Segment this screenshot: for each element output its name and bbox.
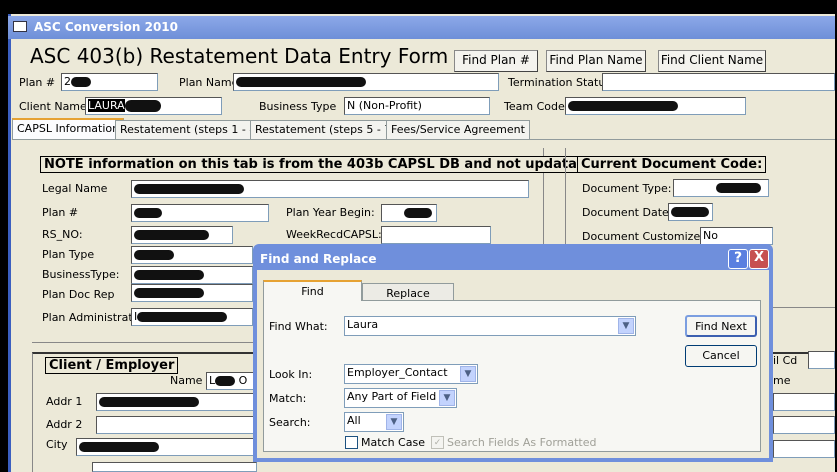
client-name-label: Client Name <box>19 100 87 113</box>
right-field-1[interactable] <box>773 393 835 411</box>
find-what-input[interactable]: Laura ▼ <box>344 316 636 336</box>
doc-date-field[interactable] <box>668 203 713 221</box>
capsl-plan-num-field[interactable] <box>131 204 269 222</box>
search-label: Search: <box>269 416 311 429</box>
match-select[interactable]: Any Part of Field ▼ <box>344 388 457 408</box>
dialog-title: Find and Replace <box>260 252 377 266</box>
addr1-label: Addr 1 <box>46 395 83 408</box>
team-code-label: Team Code <box>504 100 565 113</box>
form-icon <box>13 21 27 32</box>
chevron-down-icon[interactable]: ▼ <box>618 318 634 334</box>
tab-divider <box>12 139 835 140</box>
week-recd-capsl-label: WeekRecdCAPSL: <box>286 228 382 241</box>
right-field-2[interactable] <box>773 416 835 434</box>
client-header: Client / Employer <box>45 357 179 374</box>
chevron-down-icon[interactable]: ▼ <box>386 414 402 430</box>
search-formatted-label: Search Fields As Formatted <box>447 436 597 449</box>
title-bar: ASC Conversion 2010 <box>8 16 835 39</box>
legal-name-label: Legal Name <box>42 182 108 195</box>
find-what-label: Find What: <box>269 320 328 333</box>
doc-date-label: Document Date: <box>582 206 673 219</box>
doc-type-label: Document Type: <box>582 182 672 195</box>
mail-cd-field[interactable] <box>808 351 835 369</box>
plan-name-label: Plan Name <box>179 76 239 89</box>
doc-customized-field[interactable]: No <box>700 227 773 245</box>
find-client-name-button[interactable]: Find Client Name <box>658 50 766 72</box>
partial-label: me <box>773 374 791 387</box>
find-next-button[interactable]: Find Next <box>685 315 757 337</box>
tab-fees-service-agreement[interactable]: Fees/Service Agreement <box>386 120 530 139</box>
plan-year-begin-field[interactable] <box>381 204 437 222</box>
client-name-label2: Name <box>170 374 203 387</box>
doc-code-header: Current Document Code: <box>577 156 767 173</box>
city-label: City <box>46 438 68 451</box>
tab-capsl-information[interactable]: CAPSL Information <box>12 118 125 140</box>
business-type-capsl-label: BusinessType: <box>42 268 120 281</box>
addr2-label: Addr 2 <box>46 418 83 431</box>
find-replace-dialog: Find and Replace ? X Find Replace Find W… <box>253 244 773 462</box>
chevron-down-icon[interactable]: ▼ <box>460 366 476 382</box>
plan-admin-label: Plan Administrator <box>42 311 144 324</box>
addr1-field[interactable] <box>96 393 256 411</box>
plan-name-field[interactable] <box>233 73 499 91</box>
business-type-field[interactable]: N (Non-Profit) <box>344 97 490 115</box>
close-button[interactable]: X <box>749 249 769 269</box>
plan-admin-field[interactable]: I <box>131 308 253 326</box>
capsl-note: NOTE information on this tab is from the… <box>40 156 604 173</box>
match-case-checkbox[interactable] <box>345 436 358 449</box>
plan-doc-rep-field[interactable] <box>131 284 253 302</box>
dialog-body: Find Replace Find What: Laura ▼ Look In: … <box>257 270 769 458</box>
cancel-button[interactable]: Cancel <box>685 345 757 367</box>
doc-type-field[interactable] <box>673 179 769 197</box>
team-code-field[interactable] <box>565 97 746 115</box>
match-case-label: Match Case <box>361 436 425 449</box>
plan-year-begin-label: Plan Year Begin: <box>286 206 375 219</box>
business-type-label: Business Type <box>259 100 337 113</box>
rs-no-label: RS_NO: <box>42 228 83 241</box>
window-title: ASC Conversion 2010 <box>34 20 179 34</box>
find-plan-name-button[interactable]: Find Plan Name <box>546 50 646 72</box>
plan-num-label: Plan # <box>19 76 56 89</box>
week-recd-capsl-field[interactable] <box>381 226 491 244</box>
client-name-field[interactable]: LAURA <box>85 97 222 115</box>
rs-no-field[interactable] <box>131 226 233 244</box>
legal-name-field[interactable] <box>131 180 529 198</box>
employer-name-field[interactable]: L O <box>206 372 256 390</box>
tab-restatement-1-4[interactable]: Restatement (steps 1 - 4) <box>115 120 266 139</box>
look-in-label: Look In: <box>269 368 313 381</box>
plan-type-field[interactable] <box>131 246 253 264</box>
dialog-tab-replace[interactable]: Replace <box>362 283 454 301</box>
doc-customized-label: Document Customized: <box>582 230 711 243</box>
plan-doc-rep-label: Plan Doc Rep <box>42 288 115 301</box>
dialog-tab-find[interactable]: Find <box>263 280 362 301</box>
business-type-capsl-field[interactable] <box>131 266 253 284</box>
mail-cd-label: il Cd <box>773 354 798 367</box>
page-title: ASC 403(b) Restatement Data Entry Form <box>30 44 449 68</box>
tab-restatement-5-7[interactable]: Restatement (steps 5 - 7) <box>250 120 401 139</box>
plan-num-field[interactable]: 2 <box>61 73 158 91</box>
plan-type-label: Plan Type <box>42 248 95 261</box>
addr2-field[interactable] <box>96 416 256 434</box>
search-formatted-checkbox[interactable]: ✓ <box>431 436 444 449</box>
state-field[interactable] <box>92 462 257 472</box>
chevron-down-icon[interactable]: ▼ <box>439 390 455 406</box>
look-in-select[interactable]: Employer_Contact ▼ <box>344 364 478 384</box>
city-field[interactable] <box>76 438 256 456</box>
right-field-3[interactable] <box>773 440 835 458</box>
capsl-plan-num-label: Plan # <box>42 206 79 219</box>
termination-status-label: Termination Status <box>508 76 612 89</box>
help-button[interactable]: ? <box>728 249 748 269</box>
find-plan-button[interactable]: Find Plan # <box>454 50 538 72</box>
termination-status-field[interactable] <box>602 73 835 91</box>
search-select[interactable]: All ▼ <box>344 412 404 432</box>
match-label: Match: <box>269 392 307 405</box>
